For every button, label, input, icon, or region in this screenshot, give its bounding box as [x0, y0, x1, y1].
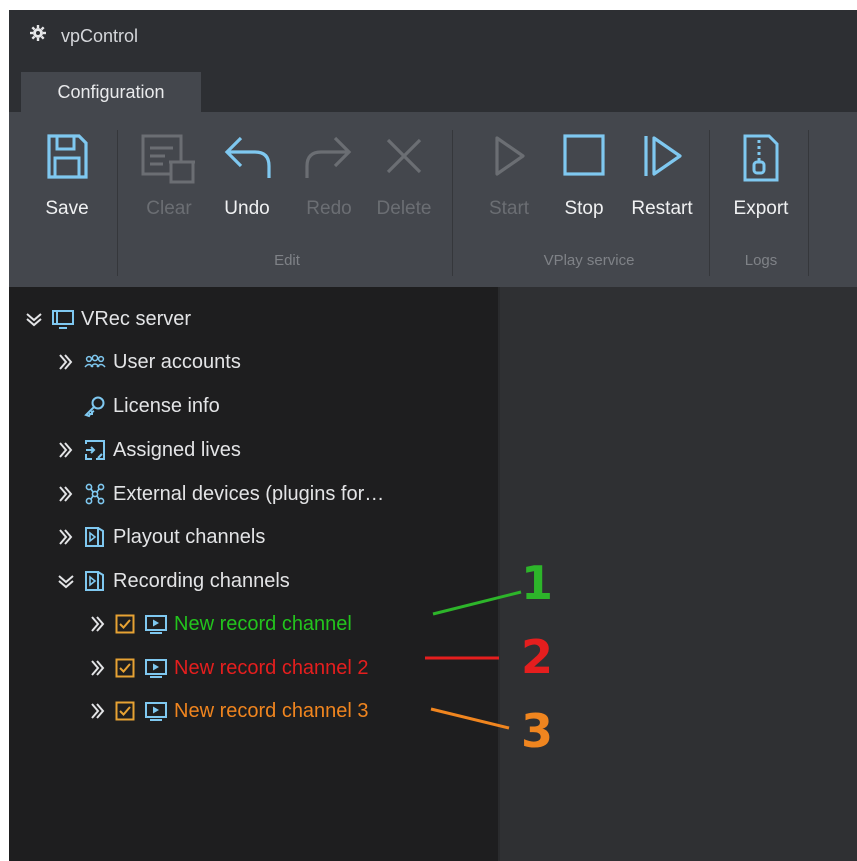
annotation-number-3: 3 [521, 704, 554, 758]
annotation-line-3 [430, 707, 510, 730]
annotation-number-1: 1 [521, 556, 554, 610]
app-window: vpControl Configuration Save Clear Undo … [9, 10, 857, 861]
annotation-line-1 [432, 590, 522, 616]
annotation-number-2: 2 [521, 630, 554, 684]
annotation-overlay [425, 590, 522, 730]
